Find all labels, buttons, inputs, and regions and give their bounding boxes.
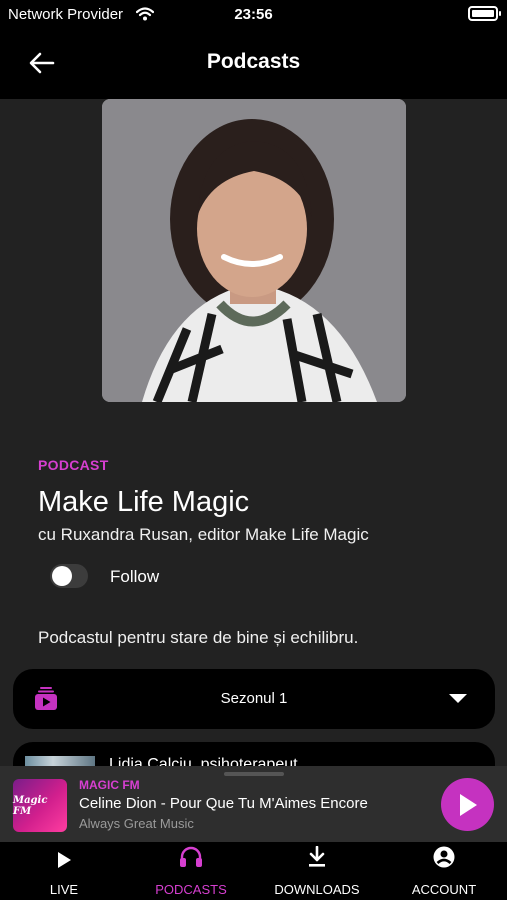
now-playing-title: Celine Dion - Pour Que Tu M'Aimes Encore — [79, 795, 368, 812]
station-logo-text: Magic FM — [13, 794, 48, 817]
podcast-description: Podcastul pentru stare de bine și echili… — [38, 628, 359, 647]
tab-label: DOWNLOADS — [274, 882, 360, 897]
headphones-icon — [180, 846, 202, 867]
mini-player[interactable]: Magic FM MAGIC FM Celine Dion - Pour Que… — [0, 766, 507, 842]
station-slogan: Always Great Music — [79, 816, 194, 831]
season-dropdown[interactable]: Sezonul 1 — [13, 669, 495, 729]
status-bar: Network Provider 23:56 — [0, 0, 507, 28]
tab-label: ACCOUNT — [411, 882, 477, 897]
tab-account[interactable]: ACCOUNT — [394, 842, 494, 900]
season-selected-label: Sezonul 1 — [220, 690, 288, 707]
station-name: MAGIC FM — [79, 778, 140, 792]
play-icon — [459, 793, 477, 816]
tab-label: LIVE — [49, 882, 79, 897]
toggle-knob — [52, 566, 72, 586]
play-button[interactable] — [441, 778, 494, 831]
account-icon — [433, 846, 455, 868]
podcast-tag: PODCAST — [38, 457, 109, 473]
podcast-title: Make Life Magic — [38, 486, 250, 518]
nav-bar: Podcasts — [0, 28, 507, 99]
tab-bar: LIVE PODCASTS DOWNLOADS ACCOUNT — [0, 842, 507, 900]
drag-handle[interactable] — [224, 772, 284, 776]
tab-label: PODCASTS — [155, 882, 227, 897]
battery-icon — [468, 6, 501, 21]
tab-live[interactable]: LIVE — [14, 842, 114, 900]
play-icon — [58, 852, 71, 868]
station-logo: Magic FM — [13, 779, 67, 832]
follow-toggle[interactable] — [50, 564, 88, 588]
podcast-cover-image — [102, 99, 406, 402]
page-title: Podcasts — [206, 50, 301, 73]
clock: 23:56 — [234, 6, 273, 23]
tab-podcasts[interactable]: PODCASTS — [141, 842, 241, 900]
podcast-subtitle: cu Ruxandra Rusan, editor Make Life Magi… — [38, 525, 369, 544]
tab-downloads[interactable]: DOWNLOADS — [267, 842, 367, 900]
download-icon — [309, 846, 325, 867]
follow-label: Follow — [110, 567, 160, 586]
chevron-down-icon — [449, 694, 467, 703]
